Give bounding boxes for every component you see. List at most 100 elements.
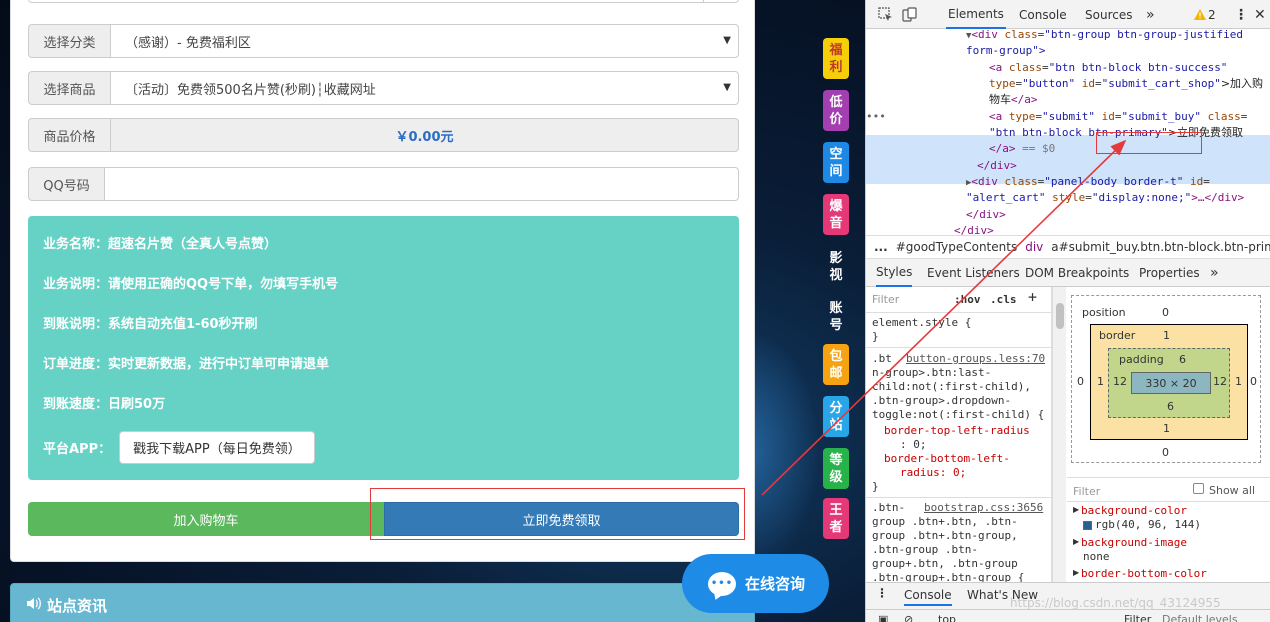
tab-event-listeners[interactable]: Event Listeners [927,259,1020,287]
css-property[interactable]: radius: 0; [900,466,966,480]
hov-toggle[interactable]: :hov [954,293,981,307]
computed-property[interactable]: background-color [1081,504,1187,517]
rule-selector: n-group>.btn:last- [872,366,992,379]
position-bottom-value[interactable]: 0 [1162,446,1169,459]
dom-tree: ••• ▼<div class="btn-group btn-group-jus… [866,29,1270,235]
side-tag[interactable]: 账号 [823,296,849,337]
drawer-tab-console[interactable]: Console [904,588,952,606]
css-property[interactable]: border-bottom-left- [884,452,1010,466]
tab-console[interactable]: Console [1019,0,1067,29]
dom-node-a-buy-close: </a> == $0 [989,142,1056,155]
dom-node-div[interactable]: ▼<div class="btn-group btn-group-justifi… [966,29,1243,44]
inspect-element-icon[interactable] [878,7,893,22]
padding-top-value[interactable]: 6 [1179,353,1186,366]
padding-left-value[interactable]: 12 [1113,375,1127,388]
online-chat-button[interactable]: ••• 在线咨询 [682,554,829,613]
border-right-value[interactable]: 1 [1235,375,1242,388]
side-tag[interactable]: 空间 [823,142,849,183]
scroll-thumb[interactable] [1056,303,1064,329]
rule-selector: .btn-group>.dropdown- [872,394,1012,407]
border-left-value[interactable]: 1 [1097,375,1104,388]
tab-elements[interactable]: Elements [946,0,1006,29]
position-top-value[interactable]: 0 [1162,306,1169,319]
log-levels-select[interactable]: Default levels [1162,613,1238,622]
previous-field-bottom [28,0,739,3]
side-tag[interactable]: 影视 [823,246,849,287]
download-app-button[interactable]: 戳我下载APP（每日免费领） [119,431,315,464]
kebab-menu-icon[interactable]: ⋮ [1234,0,1248,29]
breadcrumb-more[interactable]: ... [874,240,888,254]
computed-property[interactable]: border-bottom-color [1081,567,1207,580]
side-tag[interactable]: 低价 [823,90,849,131]
category-select[interactable]: （感谢）- 免费福利区 ▼ [110,24,739,58]
dom-node-alert-cart[interactable]: ▶<div class="panel-body border-t" id= [966,174,1210,191]
position-right-value[interactable]: 0 [1250,375,1257,388]
info-line: 订单进度：实时更新数据，进行中订单可申请退单 [43,357,330,372]
computed-filter-input[interactable]: Filter [1073,485,1100,498]
side-tag[interactable]: 爆音 [823,194,849,235]
position-left-value[interactable]: 0 [1077,375,1084,388]
node-options-icon[interactable]: ••• [866,109,886,125]
breadcrumb-item[interactable]: div [1025,240,1043,254]
clear-console-icon[interactable]: ⊘ [904,613,913,622]
expand-arrow-icon[interactable]: ▶ [1073,568,1079,577]
box-model-content[interactable]: 330 × 20 [1131,372,1211,394]
side-tag[interactable]: 分站 [823,396,849,437]
rule-source-link[interactable]: button-groups.less:70 [906,352,1045,366]
warnings-badge[interactable]: 2 [1194,0,1216,29]
show-all-checkbox[interactable] [1193,483,1204,494]
border-bottom-value[interactable]: 1 [1163,422,1170,435]
side-tag[interactable]: 王者 [823,498,849,539]
dom-node-div-close: </div> [977,159,1017,172]
kebab-menu-icon[interactable]: ⋮ [876,586,888,600]
padding-bottom-value[interactable]: 6 [1167,400,1174,413]
product-select[interactable]: 〔活动〕免费领500名片赞(秒刷)┆收藏网址 ▼ [110,71,739,105]
qq-label: QQ号码 [28,167,104,201]
computed-property[interactable]: background-image [1081,536,1187,549]
expand-arrow-icon[interactable]: ▶ [1073,537,1079,546]
box-model-pane: position 0 0 0 0 border 1 1 1 1 padding … [1067,287,1270,582]
tab-styles[interactable]: Styles [876,259,913,287]
position-label: position [1082,306,1126,319]
order-panel: 选择分类 （感谢）- 免费福利区 ▼ 选择商品 〔活动〕免费领500名片赞(秒刷… [10,0,755,562]
expand-arrow-icon[interactable]: ▶ [1073,505,1079,514]
close-icon[interactable]: ✕ [1254,0,1266,29]
tab-dom-breakpoints[interactable]: DOM Breakpoints [1025,259,1129,287]
device-toolbar-icon[interactable] [902,7,917,22]
tab-properties[interactable]: Properties [1139,259,1200,287]
info-line: 业务说明：请使用正确的QQ号下单，勿填写手机号 [43,277,339,292]
cls-toggle[interactable]: .cls [990,293,1017,307]
service-info-box: 业务名称：超速名片赞（全真人号点赞） 业务说明：请使用正确的QQ号下单，勿填写手… [28,216,739,480]
padding-right-value[interactable]: 12 [1213,375,1227,388]
context-select[interactable]: top [938,613,956,622]
css-property[interactable]: border-top-left-radius [884,424,1030,438]
side-tag[interactable]: 包邮 [823,344,849,385]
styles-filter-input[interactable]: Filter [872,293,899,307]
side-tag[interactable]: 福利 [823,38,849,79]
breadcrumb-item[interactable]: #goodTypeContents [896,240,1018,254]
styles-scrollbar[interactable] [1052,287,1066,582]
computed-value: rgb(40, 96, 144) [1095,518,1201,531]
add-rule-icon[interactable]: + [1028,290,1037,305]
qq-input[interactable] [104,167,739,201]
add-to-cart-button[interactable]: 加入购物车 [28,502,384,536]
rule-source-link[interactable]: bootstrap.css:3656 [924,501,1043,515]
color-swatch[interactable] [1083,521,1092,530]
info-line: 到账速度：日刷50万 [43,397,166,412]
breadcrumb-item-current[interactable]: a#submit_buy.btn.btn-block.btn-primary [1051,240,1270,254]
side-tag[interactable]: 等级 [823,448,849,489]
dom-node-alert-cart-attrs: "alert_cart" style="display:none;">…</di… [966,191,1245,204]
dom-node-a-cart[interactable]: <a class="btn btn-block btn-success" [989,60,1227,76]
sidebar-toggle-icon[interactable]: ▣ [878,613,888,622]
css-value[interactable]: : 0; [900,438,927,452]
dom-node-a-cart-text: 物车</a> [989,93,1038,106]
rule-selector: group .btn+.btn, .btn- [872,515,1018,528]
dom-node-a-buy[interactable]: <a type="submit" id="submit_buy" class= [989,109,1247,125]
more-tabs-icon[interactable]: » [1146,0,1155,29]
tab-sources[interactable]: Sources [1085,0,1132,29]
border-top-value[interactable]: 1 [1163,329,1170,342]
console-filter[interactable]: Filter [1124,613,1151,622]
more-tabs-icon[interactable]: » [1210,259,1219,287]
chat-bubble-icon: ••• [708,571,736,596]
element-style-rule[interactable]: element.style { [872,316,971,330]
